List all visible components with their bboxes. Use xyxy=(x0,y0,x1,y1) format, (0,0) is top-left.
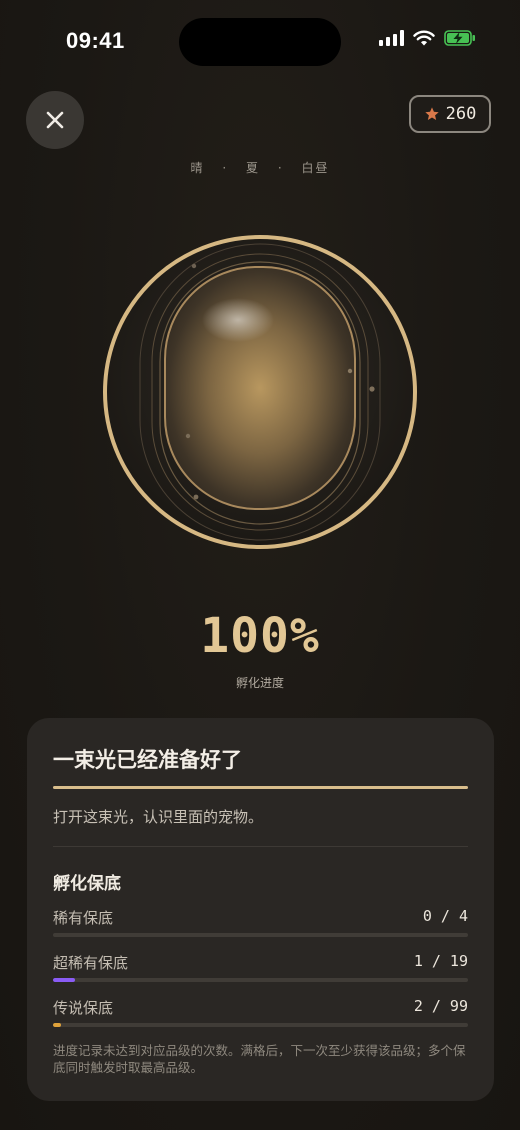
coin-balance-badge[interactable]: 260 xyxy=(409,95,491,133)
pity-fill xyxy=(53,1023,62,1027)
pity-track xyxy=(53,1023,468,1027)
env-separator: · xyxy=(222,161,229,175)
sparkle-dot xyxy=(191,263,197,269)
status-icons xyxy=(379,30,476,46)
sparkle-dot xyxy=(369,386,375,392)
pity-fill xyxy=(53,978,75,982)
pity-label: 稀有保底 xyxy=(53,909,114,927)
signal-icon xyxy=(379,30,404,46)
egg-highlight xyxy=(202,298,274,342)
status-time: 09:41 xyxy=(66,28,125,53)
divider xyxy=(53,846,468,847)
pity-label: 超稀有保底 xyxy=(53,954,129,972)
pity-value: 0 / 4 xyxy=(422,907,468,925)
dynamic-island xyxy=(179,18,341,66)
battery-charging-icon xyxy=(444,30,475,46)
pity-track xyxy=(53,978,468,982)
pity-row-legendary: 传说保底 2 / 99 xyxy=(53,997,468,1027)
hatch-percent: 100% xyxy=(200,608,320,664)
pity-track xyxy=(53,933,468,937)
pity-note: 进度记录未达到对应品级的次数。满格后，下一次至少获得该品级；多个保底同时触发时取… xyxy=(53,1043,466,1075)
environment-info: 晴 · 夏 · 白昼 xyxy=(0,159,520,176)
hatch-progress-label: 孵化进度 xyxy=(235,676,284,690)
weather-label: 晴 xyxy=(190,161,205,175)
season-label: 夏 xyxy=(245,161,260,175)
pity-value: 1 / 19 xyxy=(413,952,468,970)
close-button[interactable] xyxy=(26,91,84,149)
daytime-label: 白昼 xyxy=(301,161,330,175)
env-separator: · xyxy=(277,161,284,175)
pity-row-super-rare: 超稀有保底 1 / 19 xyxy=(53,952,468,982)
pity-section-title: 孵化保底 xyxy=(53,874,121,894)
sparkle-dot xyxy=(347,368,353,374)
hatch-info-card: 一束光已经准备好了 打开这束光，认识里面的宠物。 孵化保底 稀有保底 0 / 4… xyxy=(27,718,494,1101)
pity-label: 传说保底 xyxy=(53,999,114,1017)
hatch-screen: 09:41 260 晴 · 夏 · 白昼 100% 孵化进度 一束光已经准备好了… xyxy=(0,0,520,1130)
star-icon xyxy=(424,107,439,120)
sparkle-dot xyxy=(185,433,191,439)
pity-value: 2 / 99 xyxy=(413,997,468,1015)
card-title: 一束光已经准备好了 xyxy=(53,748,242,772)
card-description: 打开这束光，认识里面的宠物。 xyxy=(53,808,264,826)
pity-row-rare: 稀有保底 0 / 4 xyxy=(53,907,468,937)
hatch-orb[interactable] xyxy=(100,232,420,552)
close-icon xyxy=(46,111,64,129)
sparkle-dot xyxy=(193,494,199,500)
ready-progress-bar xyxy=(53,786,468,789)
wifi-icon xyxy=(413,30,435,46)
coin-count: 260 xyxy=(445,104,477,124)
